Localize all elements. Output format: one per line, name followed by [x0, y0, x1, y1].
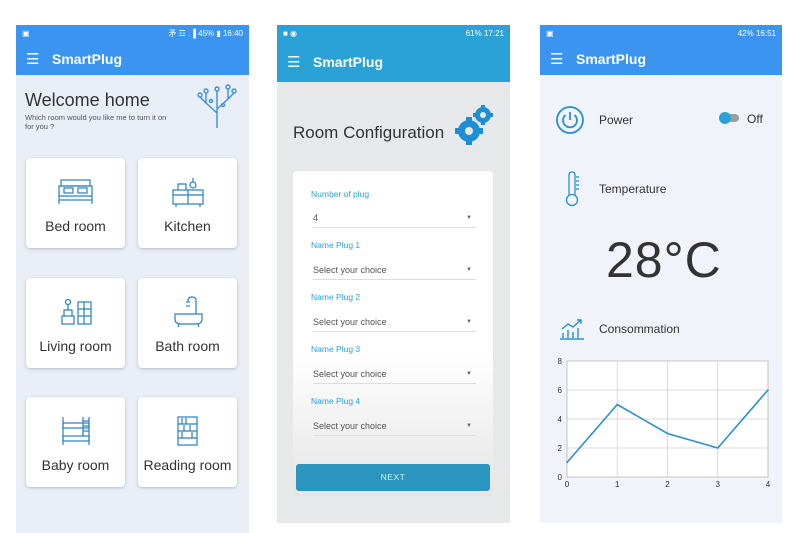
select-placeholder: Select your choice: [313, 369, 387, 379]
next-button[interactable]: NEXT: [296, 464, 490, 491]
consumption-line-chart: 0 1 2 3 4 0 2 4 6 8: [558, 357, 771, 489]
data-point: [716, 447, 719, 449]
app-title: SmartPlug: [576, 50, 647, 67]
phone-room-configuration: ■ ◉ 61% 17:21 ☰ SmartPlug Room Configura…: [277, 25, 510, 523]
menu-icon[interactable]: ☰: [287, 53, 313, 71]
dropdown-arrow-icon: ▼: [466, 319, 472, 325]
data-point: [666, 432, 669, 435]
data-point: [767, 389, 769, 391]
kitchen-icon: [172, 178, 204, 207]
configuration-form: Number of plug 4 ▼ Name Plug 1 Select yo…: [293, 171, 493, 496]
plug-name-select[interactable]: Select your choice ▼: [313, 369, 476, 384]
temperature-value: 28°C: [606, 232, 722, 288]
bed-icon: [58, 179, 93, 204]
status-bar: ▣ 42% 16:51: [540, 25, 782, 42]
menu-icon[interactable]: ☰: [26, 50, 52, 68]
video-notification-icon: ■ ◉: [283, 29, 298, 38]
dropdown-arrow-icon: ▼: [466, 371, 472, 377]
status-text: 42% 16:51: [737, 29, 776, 38]
plug-name-select[interactable]: Select your choice ▼: [313, 421, 476, 436]
dropdown-arrow-icon: ▼: [466, 267, 472, 273]
plug-name-label: Name Plug 2: [311, 292, 361, 302]
x-tick-label: 4: [766, 480, 771, 489]
select-placeholder: Select your choice: [313, 317, 387, 327]
living-room-icon: [61, 298, 92, 325]
x-tick-label: 3: [716, 480, 721, 489]
plug-name-label: Name Plug 3: [311, 344, 361, 354]
room-card-bathroom[interactable]: Bath room: [138, 278, 237, 368]
power-toggle[interactable]: [719, 112, 739, 124]
power-label: Power: [599, 113, 634, 127]
select-value: 4: [313, 213, 319, 223]
bookshelf-icon: [177, 416, 198, 446]
y-tick-label: 4: [558, 415, 563, 424]
room-card-living-room[interactable]: Living room: [26, 278, 125, 368]
x-tick-label: 1: [615, 480, 620, 489]
room-label: Bath room: [155, 338, 220, 354]
y-tick-label: 0: [558, 473, 563, 482]
status-bar: ■ ◉ 61% 17:21: [277, 25, 510, 42]
app-bar: ☰ SmartPlug: [277, 42, 510, 82]
plug-name-label: Name Plug 4: [311, 396, 361, 406]
toggle-knob: [719, 112, 731, 124]
status-bar: ▣ ⽭ ☲ .▐ 45% ▮ 16:40: [16, 25, 249, 42]
bunk-bed-icon: [62, 417, 90, 445]
app-title: SmartPlug: [313, 54, 384, 70]
consumption-chart-icon: [560, 319, 584, 340]
number-of-plug-label: Number of plug: [311, 189, 370, 199]
x-tick-label: 2: [665, 480, 670, 489]
power-state: Off: [747, 112, 763, 126]
welcome-subtitle: Which room would you like me to turn it …: [25, 113, 167, 131]
welcome-heading: Welcome home: [25, 90, 150, 110]
phone-home-screen: ▣ ⽭ ☲ .▐ 45% ▮ 16:40 ☰ SmartPlug Welcome…: [16, 25, 249, 533]
plug-name-label: Name Plug 1: [311, 240, 361, 250]
image-notification-icon: ▣: [546, 29, 554, 38]
select-placeholder: Select your choice: [313, 421, 387, 431]
data-point: [616, 403, 619, 406]
room-label: Living room: [39, 338, 112, 354]
room-label: Bed room: [45, 218, 106, 234]
room-label: Baby room: [41, 457, 110, 473]
consumption-label: Consommation: [599, 322, 680, 336]
dropdown-arrow-icon: ▼: [466, 423, 472, 429]
y-tick-label: 6: [558, 386, 563, 395]
phone-plug-dashboard: ▣ 42% 16:51 ☰ SmartPlug Power Off Temper…: [540, 25, 782, 523]
plug-name-select[interactable]: Select your choice ▼: [313, 317, 476, 332]
select-placeholder: Select your choice: [313, 265, 387, 275]
page-title: Room Configuration: [293, 123, 445, 142]
room-card-reading-room[interactable]: Reading room: [138, 397, 237, 487]
data-point: [566, 461, 568, 464]
room-card-baby-room[interactable]: Baby room: [26, 397, 125, 487]
status-text: 61% 17:21: [465, 29, 504, 38]
y-tick-label: 8: [558, 357, 563, 366]
app-title: SmartPlug: [52, 50, 123, 67]
room-label: Kitchen: [164, 218, 211, 234]
room-label: Reading room: [143, 457, 232, 473]
bathtub-icon: [174, 296, 203, 328]
dropdown-arrow-icon: ▼: [466, 215, 472, 221]
temperature-label: Temperature: [599, 182, 667, 196]
image-notification-icon: ▣: [22, 29, 30, 38]
plug-name-select[interactable]: Select your choice ▼: [313, 265, 476, 280]
power-icon: [556, 106, 584, 134]
room-card-kitchen[interactable]: Kitchen: [138, 158, 237, 248]
y-tick-label: 2: [558, 444, 563, 453]
x-tick-label: 0: [565, 480, 570, 489]
gears-icon: [455, 105, 493, 145]
thermometer-icon: [565, 171, 579, 207]
app-bar: ☰ SmartPlug: [540, 42, 782, 75]
status-text: ⽭ ☲ .▐ 45% ▮ 16:40: [168, 29, 243, 38]
tree-icon: [197, 84, 237, 128]
room-card-bedroom[interactable]: Bed room: [26, 158, 125, 248]
number-of-plug-select[interactable]: 4 ▼: [313, 213, 476, 228]
app-bar: ☰ SmartPlug: [16, 42, 249, 75]
menu-icon[interactable]: ☰: [550, 50, 576, 68]
